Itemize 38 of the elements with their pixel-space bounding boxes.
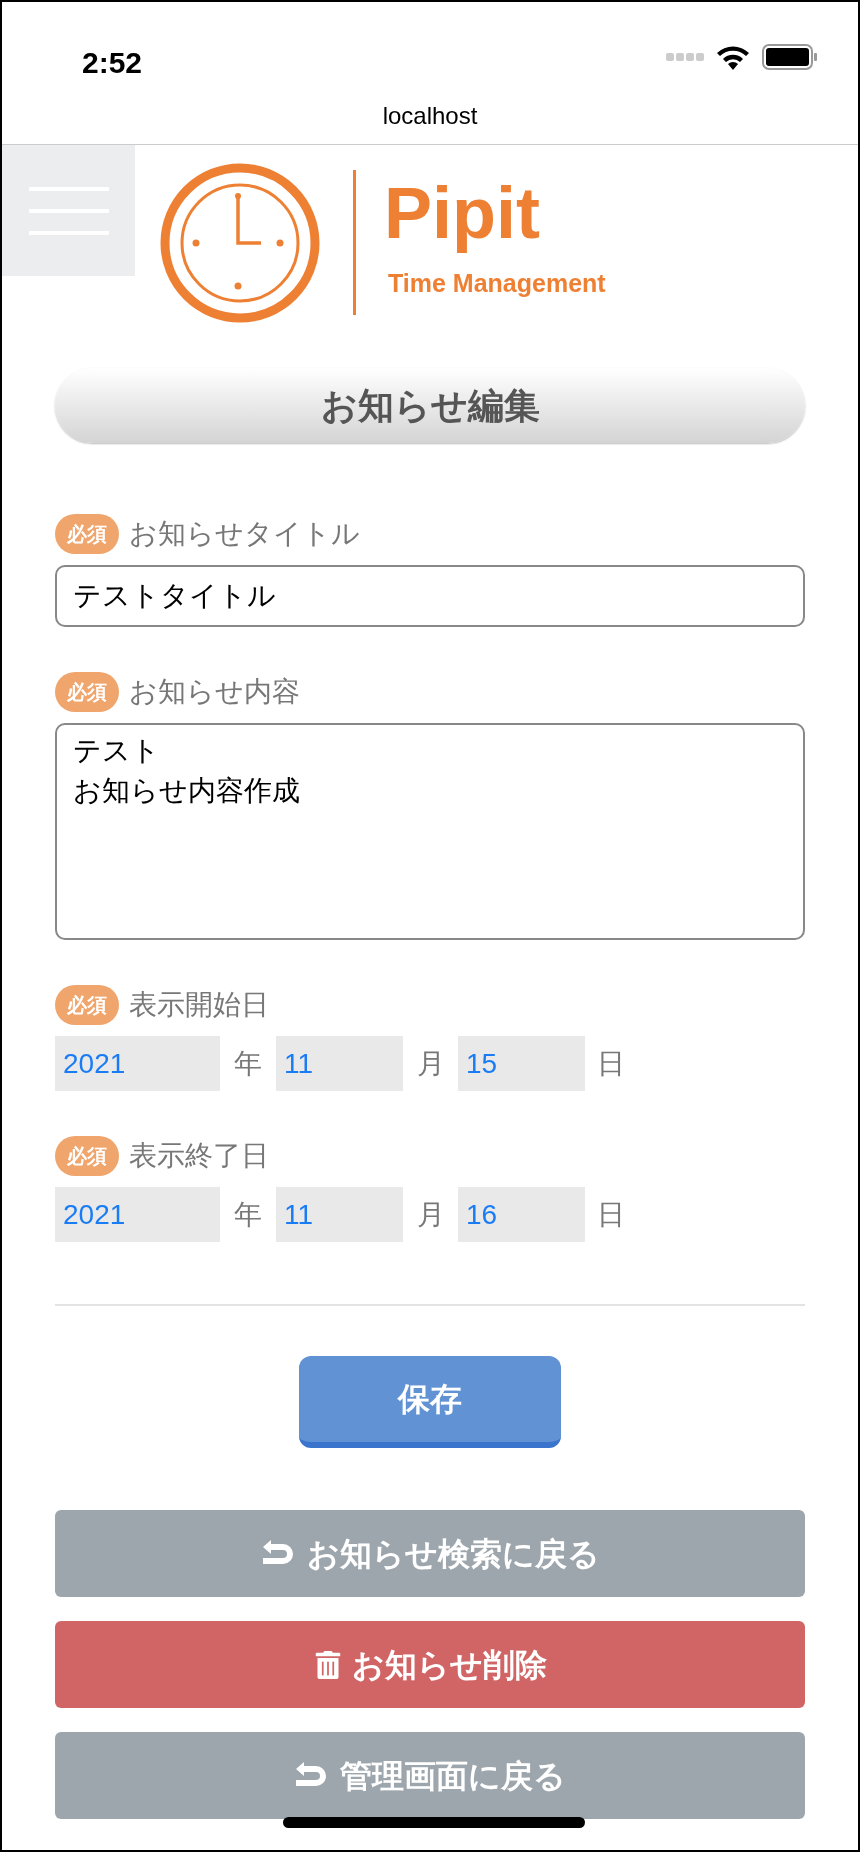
date-input[interactable]: 2021 [55, 1036, 220, 1091]
field-label: お知らせ内容 [129, 675, 300, 709]
day-unit: 日 [596, 1197, 625, 1232]
battery-icon [762, 44, 818, 70]
delete-button[interactable]: お知らせ削除 [55, 1621, 805, 1708]
date-input[interactable]: 11 [276, 1036, 403, 1091]
required-badge: 必須 [55, 514, 119, 554]
month-unit: 月 [415, 1046, 446, 1081]
field-label: 表示終了日 [129, 1139, 269, 1173]
title-input[interactable]: テストタイトル [55, 565, 805, 627]
url-text: localhost [381, 101, 479, 131]
date-input[interactable]: 15 [458, 1036, 585, 1091]
content-text-line: テスト [73, 734, 160, 768]
required-badge: 必須 [55, 672, 119, 712]
back-button[interactable]: 管理画面に戻る [55, 1732, 805, 1819]
page-title: お知らせ編集 [55, 368, 805, 443]
year-unit: 年 [233, 1046, 263, 1081]
day-unit: 日 [596, 1046, 625, 1081]
status-time: 2:52 [82, 45, 143, 81]
signal-icon [666, 53, 704, 61]
month-unit: 月 [415, 1197, 446, 1232]
back-button[interactable]: お知らせ検索に戻る [55, 1510, 805, 1597]
save-button[interactable]: 保存 [299, 1356, 561, 1448]
required-badge: 必須 [55, 1136, 119, 1176]
date-input[interactable]: 2021 [55, 1187, 220, 1242]
date-input[interactable]: 11 [276, 1187, 403, 1242]
field-label: お知らせタイトル [129, 517, 360, 551]
wifi-icon [716, 44, 750, 70]
required-badge: 必須 [55, 985, 119, 1025]
date-input[interactable]: 16 [458, 1187, 585, 1242]
logo-tagline: Time Management [388, 268, 606, 299]
trash-icon [313, 1650, 342, 1679]
content-text-line: お知らせ内容作成 [73, 774, 300, 808]
logo-name: Pipit [384, 173, 541, 253]
clock-logo-icon [159, 162, 321, 324]
field-label: 表示開始日 [129, 988, 269, 1022]
menu-button[interactable] [2, 145, 135, 276]
year-unit: 年 [233, 1197, 263, 1232]
